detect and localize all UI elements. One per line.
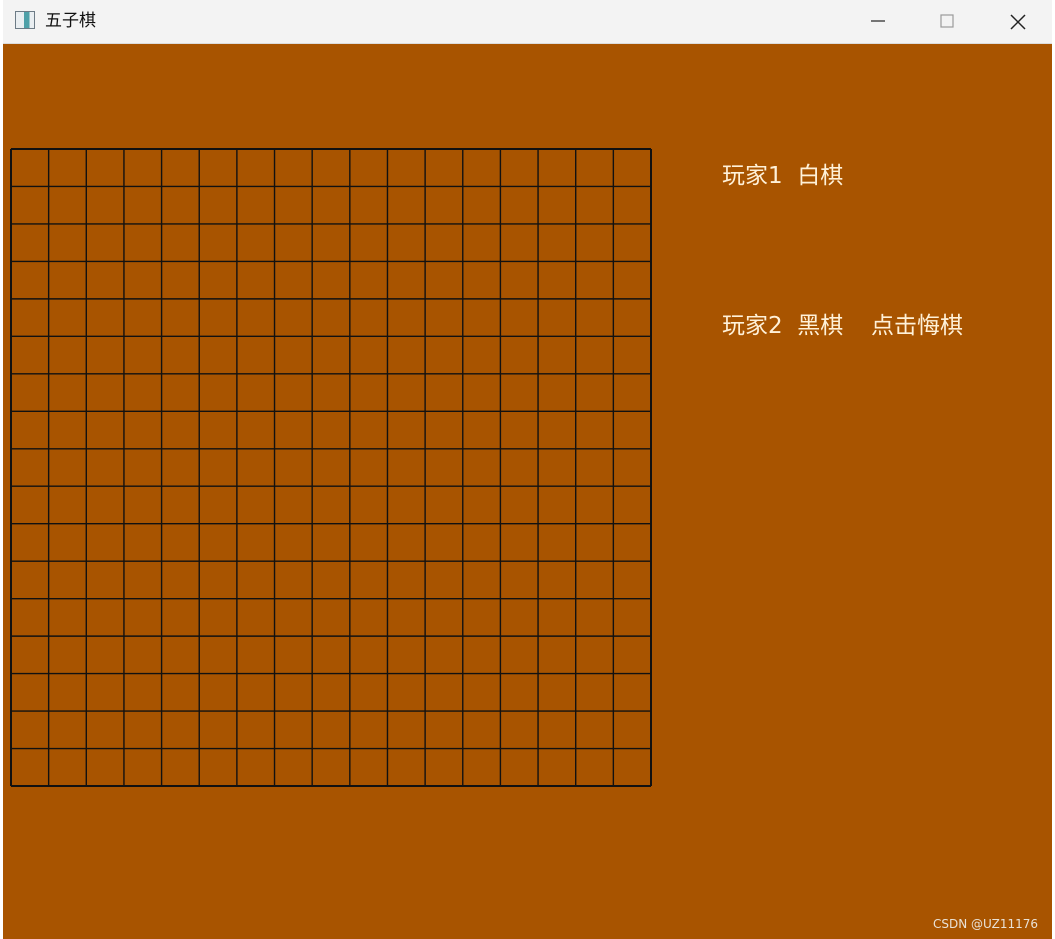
minimize-button[interactable]: [843, 0, 913, 42]
close-button[interactable]: [982, 0, 1052, 42]
close-icon: [1010, 14, 1026, 30]
title-bar[interactable]: 五子棋: [3, 0, 1052, 44]
maximize-button[interactable]: [912, 0, 982, 42]
maximize-icon: [940, 14, 954, 28]
watermark: CSDN @UZ11176: [933, 917, 1038, 931]
gomoku-window: 五子棋 玩家1 白棋 玩家2 黑棋 点击悔棋 CSDN @UZ11176: [3, 0, 1052, 939]
minimize-icon: [871, 20, 885, 22]
player2-label: 玩家2 黑棋: [722, 313, 844, 339]
board-grid[interactable]: [10, 148, 653, 788]
undo-button[interactable]: 点击悔棋: [871, 311, 963, 341]
gomoku-board[interactable]: [10, 148, 653, 788]
window-title: 五子棋: [45, 11, 96, 31]
player1-label: 玩家1 白棋: [722, 163, 844, 189]
app-icon: [15, 11, 35, 29]
